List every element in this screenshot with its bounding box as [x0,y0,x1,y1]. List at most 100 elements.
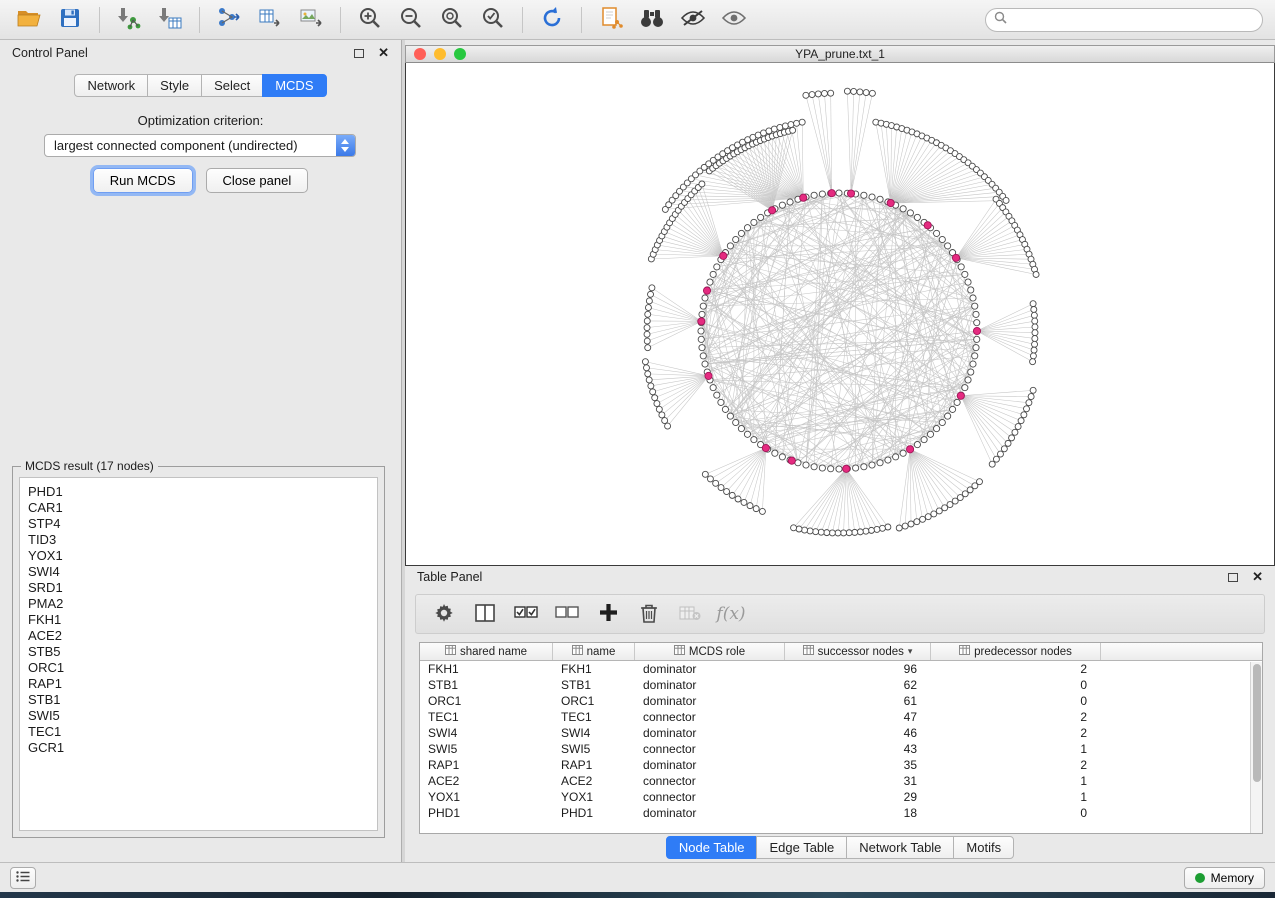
cell-predecessor-nodes[interactable]: 1 [931,742,1101,756]
result-node[interactable]: STB5 [28,644,377,660]
cell-successor-nodes[interactable]: 62 [785,678,931,692]
result-node[interactable]: CAR1 [28,500,377,516]
cell-name[interactable]: SWI4 [553,726,635,740]
cell-name[interactable]: PHD1 [553,806,635,820]
zoom-fit-button[interactable] [435,5,469,35]
table-row[interactable]: SWI4SWI4dominator462 [420,725,1262,741]
cell-name[interactable]: YOX1 [553,790,635,804]
column-header-successor-nodes[interactable]: successor nodes▾ [785,643,931,660]
cell-successor-nodes[interactable]: 96 [785,662,931,676]
cell-mcds-role[interactable]: connector [635,710,785,724]
cell-name[interactable]: RAP1 [553,758,635,772]
result-node[interactable]: PMA2 [28,596,377,612]
cell-predecessor-nodes[interactable]: 2 [931,726,1101,740]
delete-column-button[interactable] [676,600,704,628]
cell-name[interactable]: FKH1 [553,662,635,676]
cell-successor-nodes[interactable]: 47 [785,710,931,724]
table-scrollbar[interactable] [1250,662,1262,833]
import-table-button[interactable] [153,5,187,35]
run-mcds-button[interactable]: Run MCDS [93,168,193,193]
table-row[interactable]: FKH1FKH1dominator962 [420,661,1262,677]
cell-predecessor-nodes[interactable]: 1 [931,790,1101,804]
cell-shared-name[interactable]: STB1 [420,678,553,692]
cell-predecessor-nodes[interactable]: 2 [931,758,1101,772]
cell-predecessor-nodes[interactable]: 0 [931,678,1101,692]
find-neighbors-button[interactable] [635,5,669,35]
result-node[interactable]: FKH1 [28,612,377,628]
table-row[interactable]: SWI5SWI5connector431 [420,741,1262,757]
add-row-button[interactable] [594,600,622,628]
export-network-button[interactable] [212,5,246,35]
cell-name[interactable]: ACE2 [553,774,635,788]
result-node[interactable]: TEC1 [28,724,377,740]
result-node[interactable]: ORC1 [28,660,377,676]
cell-successor-nodes[interactable]: 35 [785,758,931,772]
column-header-shared-name[interactable]: shared name [420,643,553,660]
float-panel-icon[interactable] [354,49,364,58]
cell-successor-nodes[interactable]: 61 [785,694,931,708]
tab-motifs[interactable]: Motifs [953,836,1014,859]
tab-network[interactable]: Network [74,74,148,97]
cell-shared-name[interactable]: YOX1 [420,790,553,804]
zoom-out-button[interactable] [394,5,428,35]
export-image-button[interactable] [294,5,328,35]
network-graph[interactable] [406,63,1274,566]
tab-node-table[interactable]: Node Table [666,836,758,859]
export-table-button[interactable] [253,5,287,35]
zoom-selected-button[interactable] [476,5,510,35]
result-node[interactable]: SWI4 [28,564,377,580]
close-panel-icon[interactable]: ✕ [378,45,389,61]
network-window-titlebar[interactable]: YPA_prune.txt_1 [405,45,1275,63]
cell-mcds-role[interactable]: connector [635,774,785,788]
cell-successor-nodes[interactable]: 46 [785,726,931,740]
cell-name[interactable]: ORC1 [553,694,635,708]
table-row[interactable]: YOX1YOX1connector291 [420,789,1262,805]
cell-shared-name[interactable]: SWI4 [420,726,553,740]
result-node[interactable]: STP4 [28,516,377,532]
result-node[interactable]: ACE2 [28,628,377,644]
table-row[interactable]: ORC1ORC1dominator610 [420,693,1262,709]
apply-layout-button[interactable] [535,5,569,35]
tab-mcds[interactable]: MCDS [262,74,326,97]
optimization-criterion-dropdown[interactable]: largest connected component (undirected) [44,134,356,157]
import-network-button[interactable] [112,5,146,35]
hide-graphics-button[interactable] [676,5,710,35]
scrollbar-thumb[interactable] [1253,664,1261,782]
column-header-predecessor-nodes[interactable]: predecessor nodes [931,643,1101,660]
cell-name[interactable]: TEC1 [553,710,635,724]
result-node[interactable]: RAP1 [28,676,377,692]
cell-predecessor-nodes[interactable]: 2 [931,662,1101,676]
show-columns-button[interactable] [471,600,499,628]
cell-mcds-role[interactable]: dominator [635,694,785,708]
close-table-panel-icon[interactable]: ✕ [1252,569,1263,585]
memory-button[interactable]: Memory [1184,867,1265,889]
delete-rows-button[interactable] [635,600,663,628]
function-builder-button[interactable]: f(x) [717,600,745,628]
zoom-in-button[interactable] [353,5,387,35]
network-view-canvas[interactable] [405,63,1275,566]
result-node[interactable]: PHD1 [28,484,377,500]
cell-successor-nodes[interactable]: 29 [785,790,931,804]
open-session-button[interactable] [12,5,46,35]
table-row[interactable]: RAP1RAP1dominator352 [420,757,1262,773]
cell-successor-nodes[interactable]: 43 [785,742,931,756]
cell-mcds-role[interactable]: dominator [635,662,785,676]
cell-shared-name[interactable]: ACE2 [420,774,553,788]
column-header-mcds-role[interactable]: MCDS role [635,643,785,660]
cell-successor-nodes[interactable]: 18 [785,806,931,820]
search-box[interactable] [985,8,1263,32]
result-node[interactable]: YOX1 [28,548,377,564]
float-table-panel-icon[interactable] [1228,573,1238,582]
table-row[interactable]: PHD1PHD1dominator180 [420,805,1262,821]
share-network-button[interactable] [594,5,628,35]
cell-mcds-role[interactable]: dominator [635,678,785,692]
cell-shared-name[interactable]: PHD1 [420,806,553,820]
mcds-result-list[interactable]: PHD1CAR1STP4TID3YOX1SWI4SRD1PMA2FKH1ACE2… [19,477,378,831]
tab-style[interactable]: Style [147,74,202,97]
save-session-button[interactable] [53,5,87,35]
cell-mcds-role[interactable]: connector [635,790,785,804]
result-node[interactable]: STB1 [28,692,377,708]
cell-shared-name[interactable]: SWI5 [420,742,553,756]
table-row[interactable]: STB1STB1dominator620 [420,677,1262,693]
close-mcds-panel-button[interactable]: Close panel [206,168,309,193]
